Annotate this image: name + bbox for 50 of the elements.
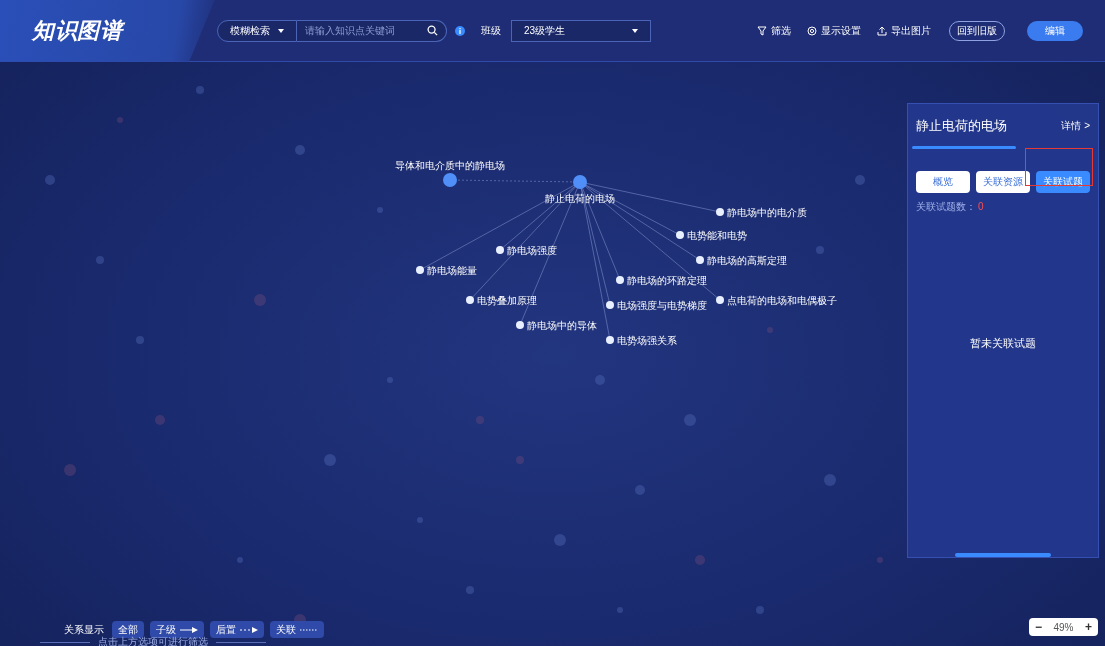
node-label[interactable]: 静电场中的电介质: [727, 207, 807, 218]
relation-filter-button[interactable]: 子级: [150, 621, 204, 638]
node-label[interactable]: 点电荷的电场和电偶极子: [727, 295, 837, 306]
relation-filter-button[interactable]: 后置: [210, 621, 264, 638]
search-field[interactable]: 请输入知识点关键词: [297, 19, 423, 42]
search-icon: [427, 25, 438, 36]
node-label[interactable]: 导体和电介质中的静电场: [395, 160, 505, 171]
relation-filter-button[interactable]: 关联: [270, 621, 324, 638]
export-icon: [877, 25, 887, 36]
node-label[interactable]: 静电场中的导体: [527, 320, 597, 331]
node-label[interactable]: 静电场能量: [427, 265, 477, 276]
search-mode-dropdown[interactable]: 模糊检索: [217, 19, 297, 42]
node-label[interactable]: 电势能和电势: [687, 230, 747, 241]
dotted-line-icon: [300, 626, 318, 633]
node-label[interactable]: 电势叠加原理: [477, 295, 537, 306]
question-count-label: 关联试题数：: [916, 199, 976, 214]
export-button[interactable]: 导出图片: [877, 23, 931, 38]
details-link[interactable]: 详情 >: [1061, 118, 1090, 134]
node-label[interactable]: 电场强度与电势梯度: [617, 300, 707, 311]
caret-icon: [278, 28, 284, 33]
filter-icon: [757, 25, 767, 36]
node-label[interactable]: 静止电荷的电场: [545, 193, 615, 204]
caret-icon: [632, 28, 638, 33]
zoom-out-button[interactable]: −: [1035, 618, 1042, 636]
settings-icon: [807, 25, 817, 36]
question-count: 0: [978, 199, 984, 214]
search-button[interactable]: [423, 19, 447, 42]
edit-button[interactable]: 编辑: [1027, 20, 1083, 41]
info-icon[interactable]: [455, 25, 465, 36]
panel-tab[interactable]: 关联资源: [976, 170, 1030, 193]
highlight-frame: [1025, 148, 1093, 186]
empty-message: 暂未关联试题: [970, 336, 1036, 351]
zoom-level: 49%: [1053, 620, 1074, 635]
panel-title: 静止电荷的电场: [916, 117, 1007, 135]
app-logo: 知识图谱: [32, 17, 123, 45]
node-label[interactable]: 静电场强度: [507, 245, 557, 256]
node-label[interactable]: 静电场的高斯定理: [707, 255, 787, 266]
solid-arrow-icon: [180, 626, 198, 633]
settings-button[interactable]: 显示设置: [807, 23, 861, 38]
class-select[interactable]: 23级学生: [511, 19, 651, 42]
relation-filter-button[interactable]: 全部: [112, 621, 144, 638]
node-label[interactable]: 静电场的环路定理: [627, 275, 707, 286]
dashed-arrow-icon: [240, 626, 258, 633]
legend-hint: 点击上方选项可进行筛选: [98, 637, 208, 646]
legend-label: 关系显示: [64, 623, 104, 636]
node-label[interactable]: 电势场强关系: [617, 335, 677, 346]
filter-button[interactable]: 筛选: [757, 23, 791, 38]
class-label: 班级: [481, 24, 501, 38]
panel-tab[interactable]: 概览: [916, 170, 970, 193]
zoom-in-button[interactable]: +: [1084, 618, 1092, 636]
